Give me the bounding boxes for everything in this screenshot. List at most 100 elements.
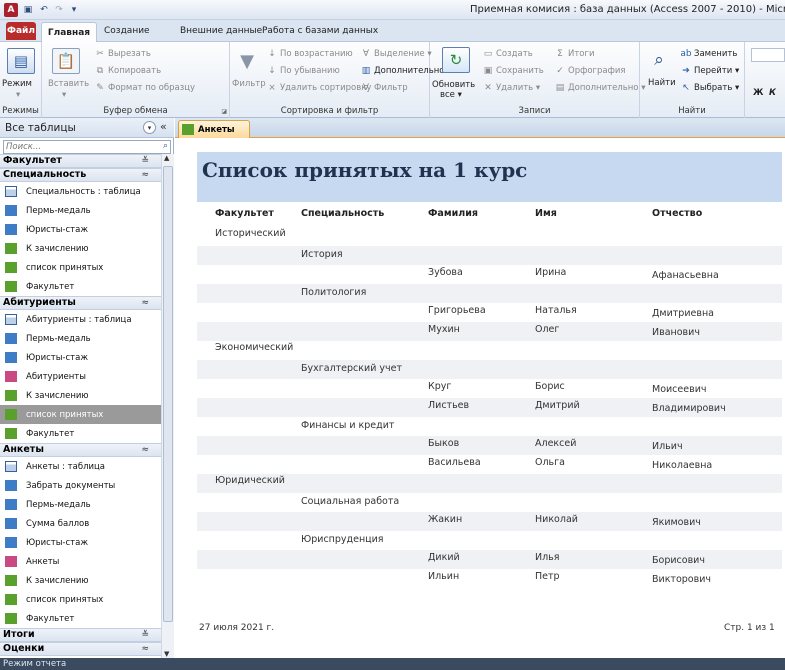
cut-button[interactable]: ✂ Вырезать (94, 49, 151, 59)
save-record-button[interactable]: ▣ Сохранить (482, 66, 544, 76)
nav-item[interactable]: Пермь-медаль (0, 495, 161, 514)
nav-item[interactable]: Специальность : таблица (0, 182, 161, 201)
tab-database-tools[interactable]: Работа с базами данных (262, 26, 378, 36)
nav-group-header[interactable]: Оценки ≈ (0, 642, 161, 656)
nav-search-input[interactable] (4, 141, 154, 153)
new-record-button[interactable]: ▭ Создать (482, 49, 533, 59)
tab-ankety-label: Анкеты (198, 124, 235, 135)
nav-group-header[interactable]: Итоги ≚ (0, 628, 161, 642)
report-row: Исторический (197, 227, 782, 246)
nav-item[interactable]: Юристы-стаж (0, 533, 161, 552)
undo-icon[interactable]: ↶ (37, 3, 51, 17)
tab-file[interactable]: Файл (6, 22, 36, 40)
find-button[interactable]: Найти (648, 78, 676, 88)
nav-group-header[interactable]: Специальность ≈ (0, 168, 161, 182)
nav-item[interactable]: К зачислению (0, 386, 161, 405)
more-records-button[interactable]: ▤ Дополнительно ▾ (554, 83, 646, 93)
sort-descending-button[interactable]: ↓ По убыванию (266, 66, 340, 76)
select-button[interactable]: ↖ Выбрать ▾ (680, 83, 739, 93)
nav-item[interactable]: список принятых (0, 258, 161, 277)
nav-item[interactable]: Абитуриенты (0, 367, 161, 386)
nav-group-chevron-icon[interactable]: ≚ (141, 629, 149, 641)
nav-group-chevron-icon[interactable]: ≈ (141, 169, 149, 181)
column-header-firstname: Имя (535, 208, 557, 219)
totals-button[interactable]: Σ Итоги (554, 49, 594, 59)
nav-menu-icon[interactable]: ▾ (143, 121, 156, 134)
nav-item[interactable]: Факультет (0, 277, 161, 296)
access-app-icon[interactable]: A (4, 3, 18, 17)
view-dropdown-icon[interactable]: ▾ (16, 90, 20, 100)
view-button[interactable]: Режим (2, 79, 32, 89)
nav-group-header[interactable]: Анкеты ≈ (0, 443, 161, 457)
nav-search-box[interactable]: ⌕ (3, 140, 171, 154)
nav-item[interactable]: список принятых (0, 590, 161, 609)
nav-title[interactable]: Все таблицы (5, 122, 76, 134)
group-views-label: Режимы (2, 106, 39, 116)
student-firstname: Наталья (535, 305, 577, 316)
nav-item[interactable]: Пермь-медаль (0, 201, 161, 220)
replace-button[interactable]: ab Заменить (680, 49, 737, 59)
nav-item[interactable]: Абитуриенты : таблица (0, 310, 161, 329)
search-icon[interactable]: ⌕ (163, 141, 168, 151)
tab-create[interactable]: Создание (104, 26, 150, 36)
report-row: Васильева Ольга Николаевна (197, 455, 782, 474)
paste-dropdown-icon[interactable]: ▾ (62, 90, 66, 100)
scroll-down-icon[interactable]: ▼ (164, 650, 169, 658)
nav-item[interactable]: Юристы-стаж (0, 348, 161, 367)
nav-item[interactable]: К зачислению (0, 571, 161, 590)
nav-item[interactable]: Факультет (0, 424, 161, 443)
nav-item[interactable]: Юристы-стаж (0, 220, 161, 239)
nav-item[interactable]: Забрать документы (0, 476, 161, 495)
nav-header[interactable]: Все таблицы ▾ « (0, 118, 174, 138)
scroll-thumb[interactable] (163, 166, 173, 622)
tab-ankety[interactable]: Анкеты (178, 120, 250, 138)
filter-button[interactable]: Фильтр (232, 79, 266, 89)
nav-item[interactable]: Сумма баллов (0, 514, 161, 533)
copy-button[interactable]: ⧉ Копировать (94, 66, 161, 76)
nav-group-chevron-icon[interactable]: ≈ (141, 643, 149, 655)
selection-button[interactable]: ∀ Выделение ▾ (360, 49, 432, 59)
paste-button[interactable]: Вставить (48, 79, 89, 89)
nav-group-chevron-icon[interactable]: ≈ (141, 444, 149, 456)
nav-collapse-icon[interactable]: « (160, 120, 167, 133)
nav-group-label: Факультет (3, 155, 62, 166)
nav-item[interactable]: Анкеты (0, 552, 161, 571)
student-patronymic: Николаевна (652, 460, 713, 471)
save-icon[interactable]: ▣ (21, 3, 35, 17)
refresh-all-sub[interactable]: все ▾ (440, 90, 462, 100)
refresh-all-button[interactable]: Обновить (432, 80, 475, 90)
clipboard-launcher-icon[interactable]: ◪ (221, 108, 227, 115)
query-icon (5, 537, 17, 548)
nav-group-chevron-icon[interactable]: ≈ (141, 297, 149, 309)
redo-icon[interactable]: ↷ (52, 3, 66, 17)
nav-item[interactable]: список принятых (0, 405, 161, 424)
nav-group-header[interactable]: Факультет ≚ (0, 154, 161, 168)
sort-asc-icon: ↓ (268, 49, 276, 59)
nav-group-header[interactable]: Абитуриенты ≈ (0, 296, 161, 310)
scroll-up-icon[interactable]: ▲ (164, 154, 169, 162)
nav-item[interactable]: К зачислению (0, 239, 161, 258)
sigma-icon: Σ (557, 49, 563, 59)
nav-item[interactable]: Пермь-медаль (0, 329, 161, 348)
nav-item-label: Пермь-медаль (26, 333, 91, 344)
remove-sort-button[interactable]: ⨯ Удалить сортировку (266, 83, 371, 93)
report-icon (5, 281, 17, 292)
sort-ascending-button[interactable]: ↓ По возрастанию (266, 49, 352, 59)
student-firstname: Петр (535, 571, 560, 582)
spelling-button[interactable]: ✓ Орфография (554, 66, 625, 76)
customize-icon[interactable]: ▾ (67, 3, 81, 17)
tab-home[interactable]: Главная (41, 22, 97, 42)
nav-item[interactable]: Факультет (0, 609, 161, 628)
column-header-faculty: Факультет (215, 208, 274, 219)
tab-external-data[interactable]: Внешние данные (180, 26, 262, 36)
nav-scrollbar[interactable]: ▲ ▼ (161, 154, 174, 658)
bold-button[interactable]: Ж (753, 88, 763, 98)
delete-record-button[interactable]: ✕ Удалить ▾ (482, 83, 540, 93)
format-painter-button[interactable]: ✎ Формат по образцу (94, 83, 195, 93)
toggle-filter-button[interactable]: ∀ Фильтр (360, 83, 408, 93)
font-name-box[interactable] (751, 48, 785, 62)
nav-item[interactable]: Анкеты : таблица (0, 457, 161, 476)
nav-group-chevron-icon[interactable]: ≚ (141, 155, 149, 167)
italic-button[interactable]: К (769, 88, 776, 98)
goto-button[interactable]: ➔ Перейти ▾ (680, 66, 739, 76)
